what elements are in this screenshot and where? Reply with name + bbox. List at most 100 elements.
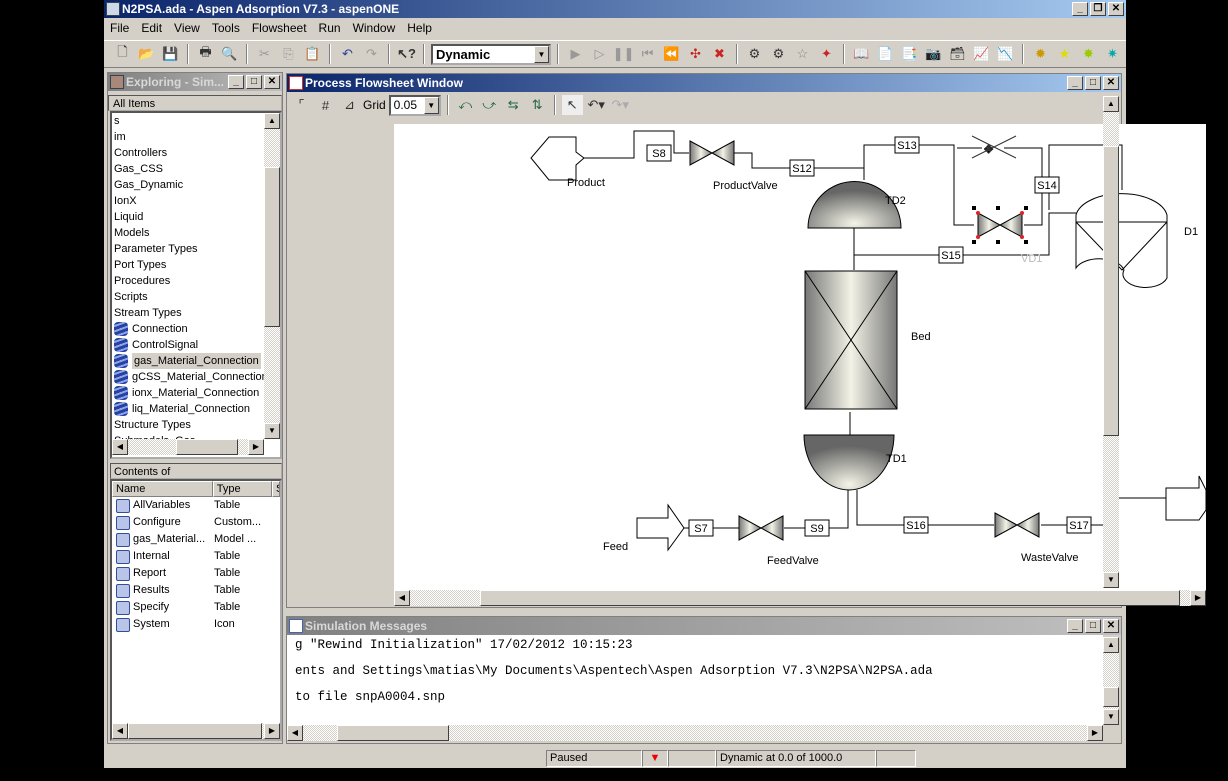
tree-item[interactable]: ControlSignal (112, 337, 280, 353)
restart-icon[interactable]: ⏮ (637, 44, 658, 64)
tree-item[interactable]: Structure Types (112, 417, 280, 433)
column-type[interactable]: Type (212, 481, 273, 497)
stream-label-s8[interactable]: S8 (646, 144, 672, 162)
scroll-up-icon[interactable]: ▲ (264, 113, 280, 129)
library-icon[interactable]: 🗃 (947, 44, 968, 64)
waste-valve-block[interactable] (994, 512, 1040, 538)
close-button[interactable]: ✕ (1108, 2, 1124, 16)
scroll-right-icon[interactable]: ▶ (1190, 590, 1206, 606)
snap-icon[interactable]: ⌜ (291, 95, 312, 115)
stream-label-s12[interactable]: S12 (789, 159, 815, 177)
flip-icon[interactable]: ⇆ (503, 95, 524, 115)
run-icon[interactable]: ▶ (565, 44, 586, 64)
form-icon[interactable]: 📑 (899, 44, 920, 64)
scroll-left-icon[interactable]: ◀ (112, 439, 128, 455)
copy-icon[interactable]: ⎘ (278, 44, 299, 64)
open-icon[interactable]: 📂 (136, 44, 157, 64)
feed-arrow-block[interactable] (636, 503, 685, 552)
tree-item[interactable]: Connection (112, 321, 280, 337)
chevron-down-icon[interactable]: ▼ (534, 45, 549, 63)
scroll-right-icon[interactable]: ▶ (1087, 725, 1103, 741)
reset-icon[interactable]: ✖ (709, 44, 730, 64)
align-icon[interactable]: ⊿ (339, 95, 360, 115)
bed-column-block[interactable] (804, 270, 898, 410)
messages-vertical-scrollbar[interactable]: ▲ ▼ (1103, 637, 1119, 725)
redo-icon[interactable]: ↷ (361, 44, 382, 64)
rotate-right-icon[interactable]: ⤻ (479, 95, 500, 115)
step-icon[interactable]: ▷ (589, 44, 610, 64)
tree-horizontal-scrollbar[interactable]: ◀ ▶ (112, 439, 264, 455)
tree-item[interactable]: IonX (112, 193, 280, 209)
messages-close-button[interactable]: ✕ (1103, 619, 1119, 633)
product-arrow-block[interactable] (530, 136, 585, 181)
pointer-icon[interactable]: ↖ (561, 95, 583, 115)
plot2-icon[interactable]: 📉 (995, 44, 1016, 64)
chevron-down-icon[interactable]: ▼ (423, 96, 439, 114)
column-name[interactable]: Name (112, 481, 213, 497)
scroll-thumb[interactable] (176, 439, 238, 455)
scroll-thumb[interactable] (264, 167, 280, 327)
contents-row[interactable]: Configure Custom... (112, 514, 280, 531)
flowsheet-vertical-scrollbar[interactable]: ▲ ▼ (1103, 96, 1119, 588)
gear-star-icon[interactable]: ✹ (1030, 44, 1051, 64)
td1-dome-block[interactable] (803, 434, 895, 491)
scroll-left-icon[interactable]: ◀ (112, 723, 128, 739)
scroll-left-icon[interactable]: ◀ (394, 590, 410, 606)
tree-item[interactable]: Scripts (112, 289, 280, 305)
stream-label-s17[interactable]: S17 (1066, 516, 1092, 534)
tools-icon[interactable]: ✦ (816, 44, 837, 64)
star-teal-icon[interactable]: ✷ (1102, 44, 1123, 64)
scroll-down-icon[interactable]: ▼ (1103, 709, 1119, 725)
menu-window[interactable]: Window (347, 21, 402, 35)
tree-item[interactable]: gCSS_Material_Connection (112, 369, 280, 385)
tree-item[interactable]: Stream Types (112, 305, 280, 321)
contents-row[interactable]: AllVariables Table (112, 497, 280, 514)
tree-item[interactable]: Controllers (112, 145, 280, 161)
stream-label-s14[interactable]: S14 (1034, 176, 1060, 194)
contents-row[interactable]: System Icon (112, 616, 280, 633)
star-yellow-icon[interactable]: ★ (1054, 44, 1075, 64)
tree-item[interactable]: liq_Material_Connection (112, 401, 280, 417)
tree-item[interactable]: im (112, 129, 280, 145)
model-icon[interactable]: ⚙ (744, 44, 765, 64)
flowsheet-maximize-button[interactable]: □ (1085, 76, 1101, 90)
context-help-icon[interactable]: ↖? (396, 44, 417, 64)
paste-icon[interactable]: 📋 (302, 44, 323, 64)
scroll-thumb[interactable] (1103, 687, 1119, 707)
scroll-left-icon[interactable]: ◀ (287, 725, 303, 741)
pause-icon[interactable]: ❚❚ (613, 44, 635, 64)
menu-file[interactable]: File (104, 21, 135, 35)
new-icon[interactable]: 🗋 (112, 44, 133, 64)
scroll-thumb[interactable] (1103, 146, 1119, 436)
scroll-up-icon[interactable]: ▲ (1103, 96, 1119, 112)
table-icon[interactable]: 📄 (875, 44, 896, 64)
contents-row[interactable]: Specify Table (112, 599, 280, 616)
stream-label-s15[interactable]: S15 (938, 246, 964, 264)
snapshot-icon[interactable]: ✣ (685, 44, 706, 64)
explorer-maximize-button[interactable]: □ (246, 75, 262, 89)
tree-item[interactable]: Gas_CSS (112, 161, 280, 177)
scroll-down-icon[interactable]: ▼ (264, 423, 280, 439)
redo-icon[interactable]: ↷▾ (610, 95, 631, 115)
messages-minimize-button[interactable]: _ (1067, 619, 1083, 633)
explorer-icon[interactable]: 📖 (851, 44, 872, 64)
scroll-up-icon[interactable]: ▲ (1103, 637, 1119, 653)
vd1-valve-block[interactable] (972, 206, 1028, 244)
tree-item[interactable]: Port Types (112, 257, 280, 273)
feed-valve-block[interactable] (738, 515, 784, 541)
minimize-button[interactable]: _ (1072, 2, 1088, 16)
grid-icon[interactable]: # (315, 95, 336, 115)
menu-help[interactable]: Help (401, 21, 438, 35)
save-icon[interactable]: 💾 (160, 44, 181, 64)
tree-item[interactable]: Liquid (112, 209, 280, 225)
undo-icon[interactable]: ↶▾ (586, 95, 607, 115)
messages-horizontal-scrollbar[interactable]: ◀ ▶ (287, 725, 1103, 741)
menu-tools[interactable]: Tools (206, 21, 246, 35)
restore-button[interactable]: ❐ (1090, 2, 1106, 16)
rewind-icon[interactable]: ⏪ (661, 44, 682, 64)
contents-row[interactable]: gas_Material... Model ... (112, 531, 280, 548)
camera-icon[interactable]: 📷 (923, 44, 944, 64)
tree-vertical-scrollbar[interactable]: ▲ ▼ (264, 113, 280, 439)
plot-icon[interactable]: 📈 (971, 44, 992, 64)
undo-icon[interactable]: ↶ (337, 44, 358, 64)
